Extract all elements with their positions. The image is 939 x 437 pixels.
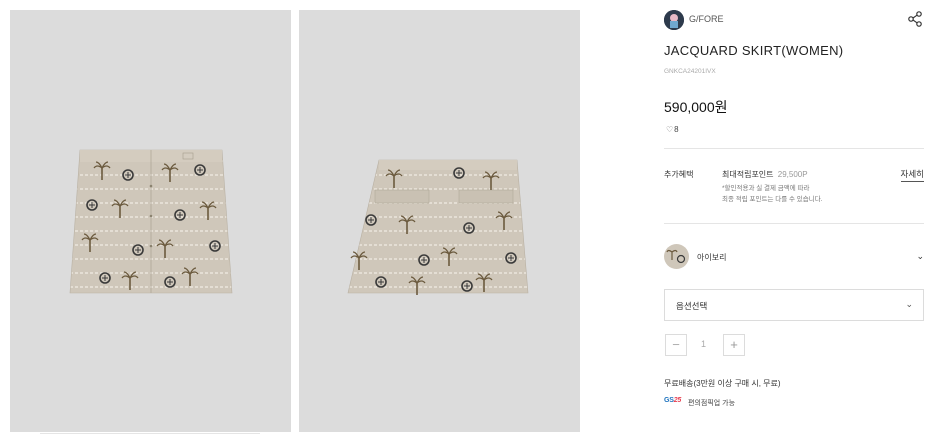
option-select[interactable]: 옵션선택 ⌄ bbox=[664, 289, 924, 321]
benefit-note-line: *할인적용과 실 결제 금액에 따라 bbox=[722, 185, 810, 192]
benefit-label: 추가혜택 bbox=[664, 170, 694, 179]
gs25-logo-gs: GS bbox=[664, 397, 674, 404]
benefit-detail-link[interactable]: 자세히 bbox=[900, 168, 924, 182]
benefit-points-label: 최대적립포인트 bbox=[722, 170, 774, 179]
product-image-front[interactable] bbox=[10, 10, 291, 432]
color-swatch[interactable] bbox=[664, 244, 689, 269]
product-title: JACQUARD SKIRT(WOMEN) bbox=[664, 43, 844, 58]
quantity-decrease-button[interactable]: − bbox=[665, 334, 687, 356]
product-code: GNKCA24201IVX bbox=[664, 68, 716, 75]
color-name: 아이보리 bbox=[697, 253, 727, 262]
product-price: 590,000원 bbox=[664, 99, 728, 115]
gs25-logo: GS25 bbox=[664, 397, 681, 404]
brand-logo[interactable] bbox=[664, 10, 684, 30]
skirt-back-illustration bbox=[347, 159, 529, 296]
divider bbox=[40, 433, 260, 434]
like-button[interactable]: ♡8 bbox=[666, 125, 679, 134]
color-option-row[interactable]: 아이보리 ⌄ bbox=[664, 244, 924, 270]
brand-name[interactable]: G/FORE bbox=[689, 14, 724, 24]
gs25-logo-number: 25 bbox=[673, 397, 682, 404]
benefit-points-value: 29,500P bbox=[777, 170, 808, 179]
heart-icon: ♡ bbox=[666, 125, 674, 134]
pickup-text: 편의점픽업 가능 bbox=[688, 400, 736, 407]
benefit-points: 최대적립포인트 29,500P bbox=[722, 169, 808, 180]
product-image-back[interactable] bbox=[299, 10, 580, 432]
divider bbox=[664, 148, 924, 149]
benefit-note: *할인적용과 실 결제 금액에 따라 최종 적립 포인트는 다를 수 있습니다. bbox=[722, 183, 823, 205]
color-swatch-pattern bbox=[664, 244, 689, 269]
chevron-down-icon: ⌄ bbox=[905, 299, 913, 309]
benefit-note-line: 최종 적립 포인트는 다를 수 있습니다. bbox=[722, 196, 823, 203]
quantity-increase-button[interactable]: + bbox=[723, 334, 745, 356]
divider bbox=[664, 223, 924, 224]
quantity-stepper[interactable]: − 1 + bbox=[665, 334, 745, 356]
brand-row[interactable]: G/FORE bbox=[664, 10, 924, 30]
product-info-panel: G/FORE JACQUARD SKIRT(WOMEN) GNKCA24201I… bbox=[664, 0, 924, 437]
skirt-front-illustration bbox=[69, 149, 233, 294]
shipping-info: 무료배송(3만원 이상 구매 시, 무료) bbox=[664, 379, 781, 388]
chevron-down-icon[interactable]: ⌄ bbox=[916, 251, 924, 262]
share-icon[interactable] bbox=[906, 10, 924, 28]
quantity-value[interactable]: 1 bbox=[701, 339, 706, 349]
option-select-label: 옵션선택 bbox=[676, 301, 708, 311]
brand-logo-mark bbox=[664, 10, 684, 30]
like-count: 8 bbox=[674, 125, 679, 134]
